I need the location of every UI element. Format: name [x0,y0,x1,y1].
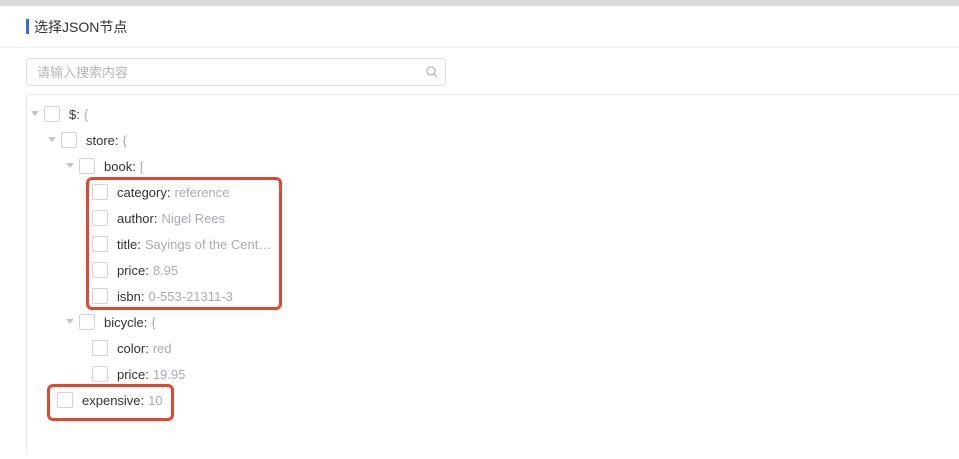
node-key: author [117,210,154,226]
node-checkbox[interactable] [92,236,108,252]
node-checkbox[interactable] [92,210,108,226]
node-key: $ [69,106,77,122]
tree-node-root[interactable]: $: { [30,101,88,127]
node-checkbox[interactable] [92,366,108,382]
node-key: expensive [82,392,141,408]
node-colon: : [114,132,119,148]
node-checkbox[interactable] [61,132,77,148]
node-checkbox[interactable] [57,392,73,408]
search-box[interactable] [26,58,446,86]
tree-node-category[interactable]: category: reference [92,179,229,205]
node-value: reference [174,184,230,200]
node-value: 8.95 [152,262,179,278]
node-key: isbn [117,288,141,304]
node-colon: : [137,236,141,252]
node-key: category [117,184,167,200]
node-checkbox[interactable] [44,106,60,122]
node-key: bicycle [104,314,144,330]
node-value: Sayings of the Centu... [144,236,273,252]
node-checkbox[interactable] [92,262,108,278]
node-value: { [151,314,156,330]
node-colon: : [145,366,149,382]
node-colon: : [140,288,145,304]
node-key: book [104,158,133,174]
tree-node-bicycle-price[interactable]: price: 19.95 [92,361,185,387]
node-value: { [122,132,127,148]
caret-down-icon[interactable] [47,135,57,145]
node-key: store [86,132,115,148]
tree-node-title[interactable]: title: Sayings of the Centu... [92,231,273,257]
node-value: Nigel Rees [161,210,226,226]
node-checkbox[interactable] [79,314,95,330]
caret-down-icon[interactable] [30,109,40,119]
node-colon: : [145,340,149,356]
node-value: 0-553-21311-3 [148,288,233,304]
node-checkbox[interactable] [79,158,95,174]
node-colon: : [145,262,149,278]
dialog-header: 选择JSON节点 [0,6,959,48]
tree-node-isbn[interactable]: isbn: 0-553-21311-3 [92,283,233,309]
node-checkbox[interactable] [92,184,108,200]
node-checkbox[interactable] [92,288,108,304]
node-colon: : [140,392,145,408]
tree-node-color[interactable]: color: red [92,335,172,361]
node-value: [ [139,158,144,174]
dialog-title: 选择JSON节点 [34,18,128,35]
search-icon[interactable] [419,59,445,85]
caret-down-icon[interactable] [65,317,75,327]
tree-node-store[interactable]: store: { [47,127,127,153]
node-value: red [152,340,172,356]
node-key: color [117,340,146,356]
caret-down-icon[interactable] [65,161,75,171]
node-value: 19.95 [152,366,186,382]
tree-node-price[interactable]: price: 8.95 [92,257,178,283]
tree-node-author[interactable]: author: Nigel Rees [92,205,225,231]
search-input[interactable] [27,59,419,85]
node-colon: : [76,106,80,122]
node-value: { [83,106,89,122]
node-key: title [117,236,138,252]
tree-node-bicycle[interactable]: bicycle: { [65,309,156,335]
node-key: price [117,366,146,382]
node-value: 10 [148,392,163,408]
node-colon: : [166,184,171,200]
tree-node-book[interactable]: book: [ [65,153,143,179]
tree-node-expensive[interactable]: expensive: 10 [57,387,163,413]
node-colon: : [132,158,136,174]
node-colon: : [143,314,148,330]
node-key: price [117,262,146,278]
title-accent-bar [26,19,29,34]
node-colon: : [153,210,158,226]
node-checkbox[interactable] [92,340,108,356]
